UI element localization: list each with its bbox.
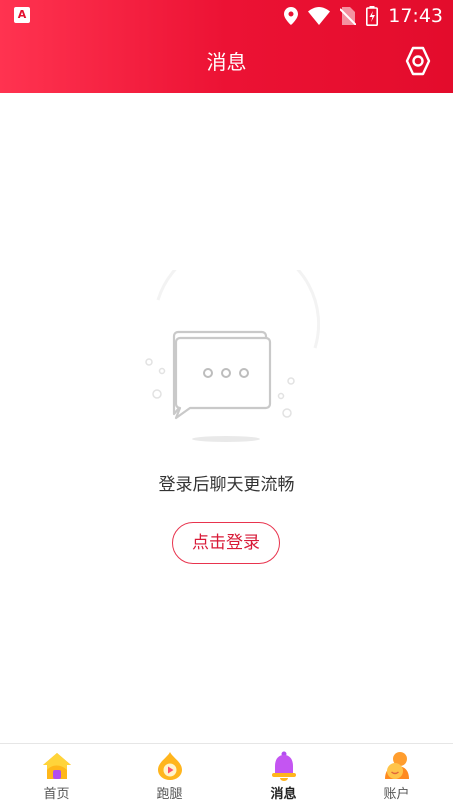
empty-chat-illustration [145, 270, 320, 442]
tab-account[interactable]: 账户 [340, 744, 453, 808]
tab-label: 首页 [43, 787, 70, 802]
wifi-icon [308, 7, 331, 25]
gear-icon [405, 46, 431, 76]
status-icons: 17:43 [284, 4, 443, 28]
errand-icon [158, 752, 182, 780]
status-time: 17:43 [388, 5, 443, 27]
tab-messages[interactable]: 消息 [227, 744, 340, 808]
home-icon [43, 753, 71, 779]
tab-label: 跑腿 [156, 787, 183, 802]
no-sim-icon [340, 7, 357, 25]
location-icon [284, 7, 299, 25]
empty-state-message: 登录后聊天更流畅 [158, 475, 295, 495]
bell-icon [272, 751, 296, 781]
tab-errand[interactable]: 跑腿 [113, 744, 226, 808]
app-header: A 17:43 消息 [0, 0, 453, 93]
page-title: 消息 [206, 50, 247, 74]
bottom-tab-bar: 首页 跑腿 消息 账户 [0, 743, 453, 807]
tab-label: 消息 [270, 787, 297, 802]
app-notification-icon: A [14, 7, 30, 23]
tab-home[interactable]: 首页 [0, 744, 113, 808]
tab-label: 账户 [383, 787, 410, 802]
account-icon [385, 752, 409, 779]
status-bar: A 17:43 [0, 0, 453, 32]
login-button[interactable]: 点击登录 [172, 522, 280, 564]
battery-charging-icon [366, 6, 379, 26]
settings-button[interactable] [401, 44, 435, 78]
